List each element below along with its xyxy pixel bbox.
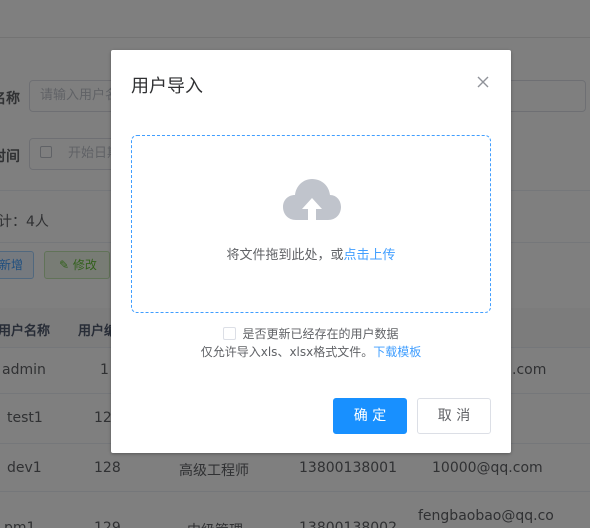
upload-cloud-icon bbox=[283, 179, 341, 220]
download-template-link[interactable]: 下载模板 bbox=[373, 345, 421, 359]
dialog-title: 用户导入 bbox=[131, 76, 203, 97]
confirm-button[interactable]: 确 定 bbox=[333, 398, 407, 434]
format-tip: 仅允许导入xls、xlsx格式文件。 bbox=[200, 345, 374, 359]
user-import-dialog: 用户导入 将文件拖到此处，或点击上传 是否更新已经存在的用户数据 仅允许导入xl… bbox=[111, 50, 511, 453]
upload-hint: 将文件拖到此处，或点击上传 bbox=[132, 244, 490, 263]
update-existing-row: 是否更新已经存在的用户数据 bbox=[111, 325, 511, 342]
close-icon bbox=[477, 76, 489, 88]
confirm-button-label: 确 定 bbox=[353, 408, 387, 424]
format-tip-row: 仅允许导入xls、xlsx格式文件。下载模板 bbox=[111, 343, 511, 360]
update-existing-label[interactable]: 是否更新已经存在的用户数据 bbox=[242, 327, 398, 341]
upload-hint-text: 将文件拖到此处，或 bbox=[226, 248, 344, 263]
cancel-button[interactable]: 取 消 bbox=[417, 398, 491, 434]
upload-drop-zone[interactable]: 将文件拖到此处，或点击上传 bbox=[131, 135, 491, 313]
click-to-upload-link[interactable]: 点击上传 bbox=[344, 248, 396, 263]
cancel-button-label: 取 消 bbox=[437, 408, 471, 424]
update-existing-checkbox[interactable] bbox=[223, 327, 237, 340]
close-button[interactable] bbox=[475, 72, 491, 92]
